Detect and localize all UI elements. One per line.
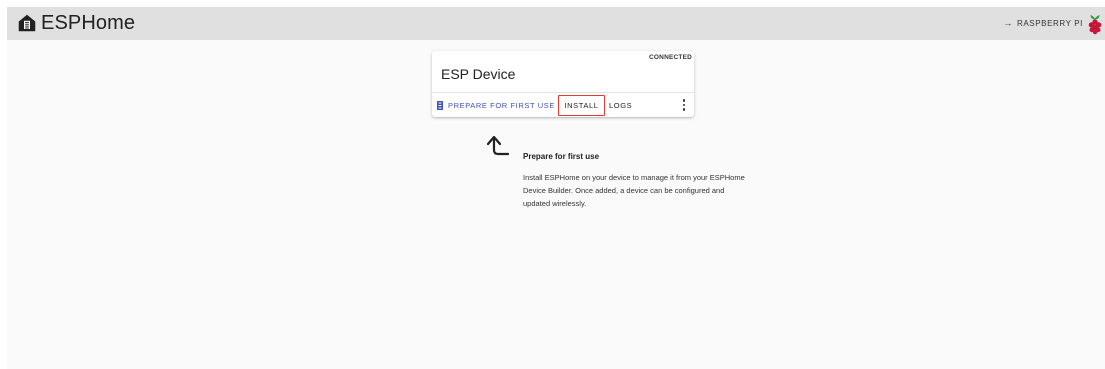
curved-arrow-icon bbox=[486, 135, 510, 156]
arrow-right-icon: → bbox=[1003, 18, 1013, 28]
esphome-logo-icon bbox=[18, 14, 36, 32]
device-link-label: RASPBERRY PI bbox=[1016, 18, 1083, 28]
card-divider bbox=[432, 92, 694, 93]
install-button[interactable]: INSTALL bbox=[558, 95, 605, 116]
hint-title: Prepare for first use bbox=[523, 152, 600, 161]
more-vert-icon[interactable] bbox=[679, 96, 689, 114]
device-name: ESP Device bbox=[441, 66, 516, 82]
status-badge: CONNECTED bbox=[649, 54, 692, 61]
device-card: CONNECTED ESP Device PREPARE FOR FIRST U… bbox=[432, 51, 694, 117]
chip-icon bbox=[437, 100, 443, 110]
raspberry-pi-link[interactable]: → RASPBERRY PI bbox=[1003, 18, 1083, 28]
logs-button[interactable]: LOGS bbox=[609, 97, 632, 113]
app-window: ESPHome → RASPBERRY PI CONNECTED ESP Dev… bbox=[7, 7, 1105, 369]
raspberry-pi-icon bbox=[1088, 15, 1102, 35]
prepare-label: PREPARE FOR FIRST USE bbox=[448, 100, 555, 110]
app-title: ESPHome bbox=[41, 12, 136, 34]
hint-body: Install ESPHome on your device to manage… bbox=[523, 173, 745, 208]
top-bar: ESPHome → RASPBERRY PI bbox=[7, 7, 1105, 40]
prepare-first-use-button[interactable]: PREPARE FOR FIRST USE bbox=[437, 97, 555, 113]
card-actions: PREPARE FOR FIRST USE INSTALL LOGS bbox=[432, 95, 694, 116]
